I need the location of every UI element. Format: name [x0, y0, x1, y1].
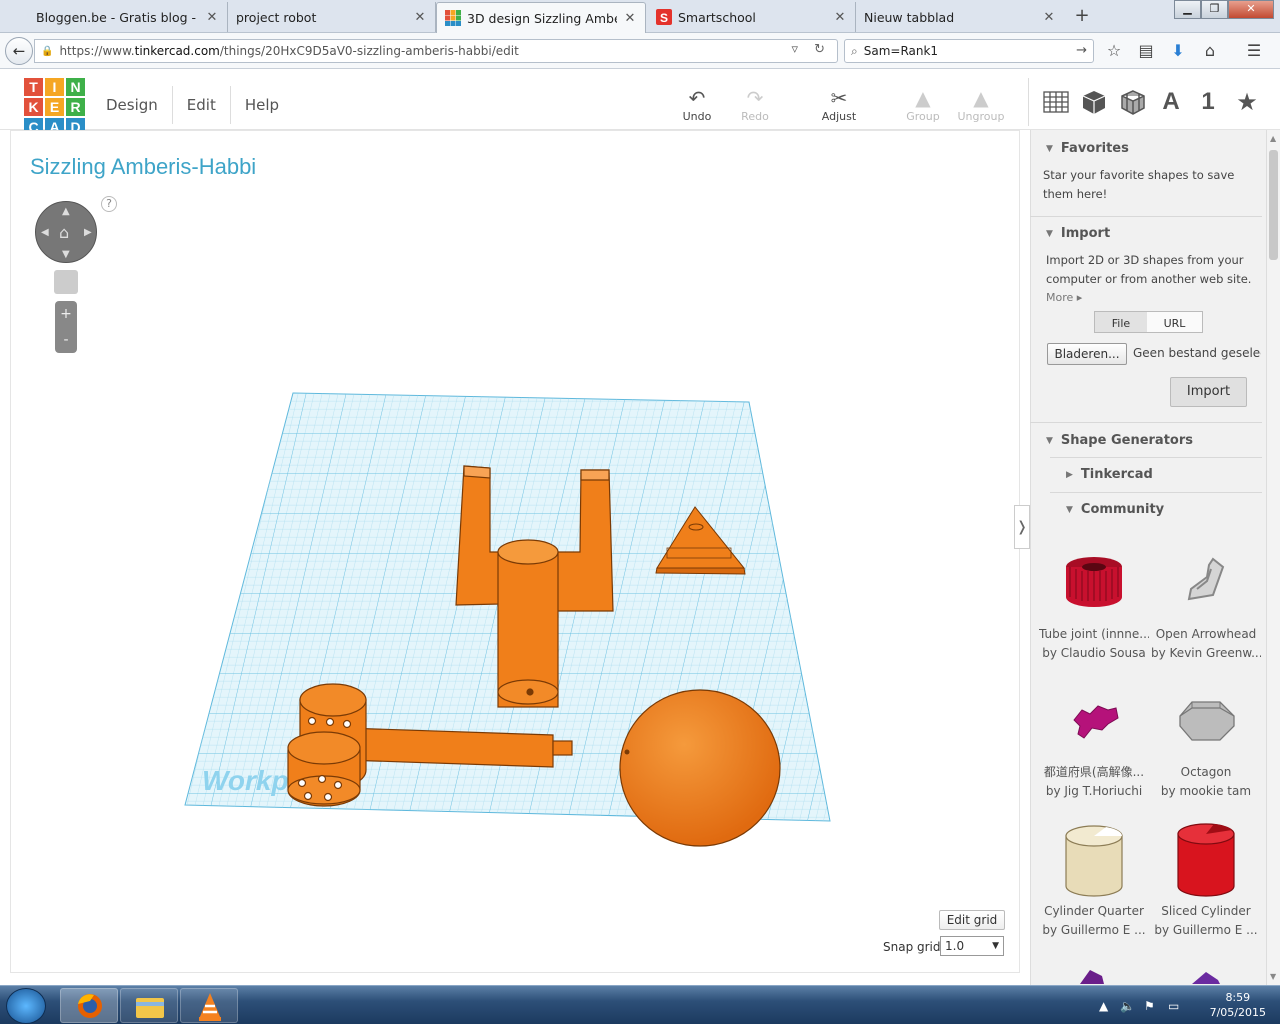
home-icon[interactable]: ⌂: [1200, 41, 1220, 60]
more-shapes-thumbnails: [1080, 970, 1220, 984]
menu-icon[interactable]: ☰: [1244, 41, 1264, 60]
divider: [1030, 422, 1262, 423]
explorer-taskbar-icon[interactable]: [120, 988, 178, 1023]
no-file-text: Geen bestand geselec: [1133, 346, 1261, 360]
shape-open-arrowhead[interactable]: Open Arrowhead by Kevin Greenw...: [1151, 625, 1261, 663]
favorites-text: Star your favorite shapes to save them h…: [1043, 168, 1235, 201]
file-tab[interactable]: File: [1094, 311, 1148, 333]
clock-date: 7/05/2015: [1209, 1006, 1266, 1019]
volume-icon[interactable]: 🔈: [1120, 999, 1135, 1013]
panel-scrollbar[interactable]: ▲ ▼: [1266, 130, 1280, 985]
divider: [1050, 457, 1262, 458]
shape-tube-joint[interactable]: Tube joint (innne... by Claudio Sousa: [1039, 625, 1149, 663]
shape-octagon[interactable]: Octagon by mookie tam: [1151, 763, 1261, 801]
network-icon[interactable]: ⚑: [1144, 999, 1155, 1013]
minimize-button[interactable]: ▁: [1174, 0, 1201, 19]
system-clock[interactable]: 8:59 7/05/2015: [1210, 990, 1266, 1020]
text-tool-icon[interactable]: A: [1156, 88, 1186, 116]
community-section-header[interactable]: Community: [1066, 502, 1164, 517]
import-text: Import 2D or 3D shapes from your compute…: [1046, 253, 1252, 286]
windows-taskbar: ▲ 🔈 ⚑ ▭ 8:59 7/05/2015: [0, 985, 1280, 1024]
shape-name: Sliced Cylinder: [1161, 904, 1251, 918]
close-window-button[interactable]: ✕: [1228, 0, 1274, 19]
grid-view-icon[interactable]: [1042, 88, 1070, 116]
scroll-thumb[interactable]: [1269, 150, 1278, 260]
shape-author: by Kevin Greenw...: [1151, 646, 1261, 660]
divider: [1050, 492, 1262, 493]
import-more-link[interactable]: More ▸: [1046, 288, 1082, 307]
vlc-taskbar-icon[interactable]: [180, 988, 238, 1023]
favorites-header[interactable]: Favorites: [1046, 141, 1129, 156]
browser-toolbar-icons: ☆ ▤ ⬇ ⌂ ☰: [1104, 41, 1264, 60]
tray-arrow-icon[interactable]: ▲: [1099, 999, 1108, 1013]
firefox-taskbar-icon[interactable]: [60, 988, 118, 1023]
sphere-shape[interactable]: [619, 689, 781, 847]
tinkercad-section-header[interactable]: Tinkercad: [1066, 467, 1153, 482]
prefecture-map-thumbnail[interactable]: [1068, 700, 1122, 742]
import-button[interactable]: Import: [1170, 377, 1247, 407]
windows-start-button[interactable]: [6, 988, 46, 1024]
snap-grid-value: 1.0: [945, 939, 965, 953]
scroll-up-icon[interactable]: ▲: [1270, 134, 1276, 143]
downloads-icon[interactable]: ⬇: [1168, 41, 1188, 60]
chevron-down-icon: ▼: [992, 941, 999, 951]
shape-author: by Claudio Sousa: [1042, 646, 1146, 660]
favorites-star-icon[interactable]: ★: [1232, 88, 1262, 116]
snap-grid-label: Snap grid: [883, 940, 941, 954]
divider: [1030, 216, 1262, 217]
tube-joint-thumbnail[interactable]: [1062, 553, 1126, 611]
shape-name: Open Arrowhead: [1155, 627, 1257, 641]
shape-author: by Guillermo E ...: [1042, 923, 1146, 937]
browse-button[interactable]: Bladeren...: [1047, 343, 1127, 365]
octagon-thumbnail[interactable]: [1170, 698, 1240, 746]
scene-3d[interactable]: Workplane: [0, 0, 1030, 985]
shape-author: by Jig T.Horiuchi: [1045, 784, 1143, 798]
collapse-panel-icon[interactable]: ❭: [1014, 505, 1030, 549]
url-tab[interactable]: URL: [1147, 311, 1203, 333]
open-arrowhead-thumbnail[interactable]: [1183, 555, 1229, 605]
new-tab-button[interactable]: +: [1068, 4, 1096, 28]
action-center-icon[interactable]: ▭: [1168, 999, 1179, 1013]
bookmark-star-icon[interactable]: ☆: [1104, 41, 1124, 60]
clock-time: 8:59: [1225, 991, 1251, 1004]
number-tool-icon[interactable]: 1: [1193, 88, 1223, 116]
import-header[interactable]: Import: [1046, 226, 1110, 241]
cylinder-quarter-thumbnail[interactable]: [1062, 822, 1126, 900]
shape-author: by Guillermo E ...: [1154, 923, 1258, 937]
shape-prefecture-map[interactable]: 都道府県(高解像... by Jig T.Horiuchi: [1039, 763, 1149, 801]
sliced-cylinder-thumbnail[interactable]: [1174, 820, 1238, 900]
shape-cylinder-quarter[interactable]: Cylinder Quarter by Guillermo E ...: [1039, 902, 1149, 940]
scroll-down-icon[interactable]: ▼: [1270, 972, 1276, 981]
search-go-arrow-icon[interactable]: →: [1076, 43, 1087, 58]
wireframe-cube-icon[interactable]: [1119, 88, 1147, 116]
shape-generators-header[interactable]: Shape Generators: [1046, 433, 1193, 448]
solid-cube-icon[interactable]: [1080, 88, 1108, 116]
close-tab-icon[interactable]: ✕: [1042, 10, 1056, 25]
bookmarks-list-icon[interactable]: ▤: [1136, 41, 1156, 60]
snap-grid-select[interactable]: 1.0 ▼: [940, 936, 1004, 956]
maximize-button[interactable]: ❐: [1201, 0, 1228, 19]
shape-name: Cylinder Quarter: [1044, 904, 1144, 918]
edit-grid-button[interactable]: Edit grid: [939, 910, 1005, 930]
shape-name: 都道府県(高解像...: [1043, 765, 1145, 779]
shape-name: Tube joint (innne...: [1039, 627, 1149, 641]
shape-author: by mookie tam: [1160, 784, 1252, 798]
shape-name: Octagon: [1180, 765, 1232, 779]
window-controls: ▁ ❐ ✕: [1174, 0, 1274, 19]
shape-sliced-cylinder[interactable]: Sliced Cylinder by Guillermo E ...: [1151, 902, 1261, 940]
